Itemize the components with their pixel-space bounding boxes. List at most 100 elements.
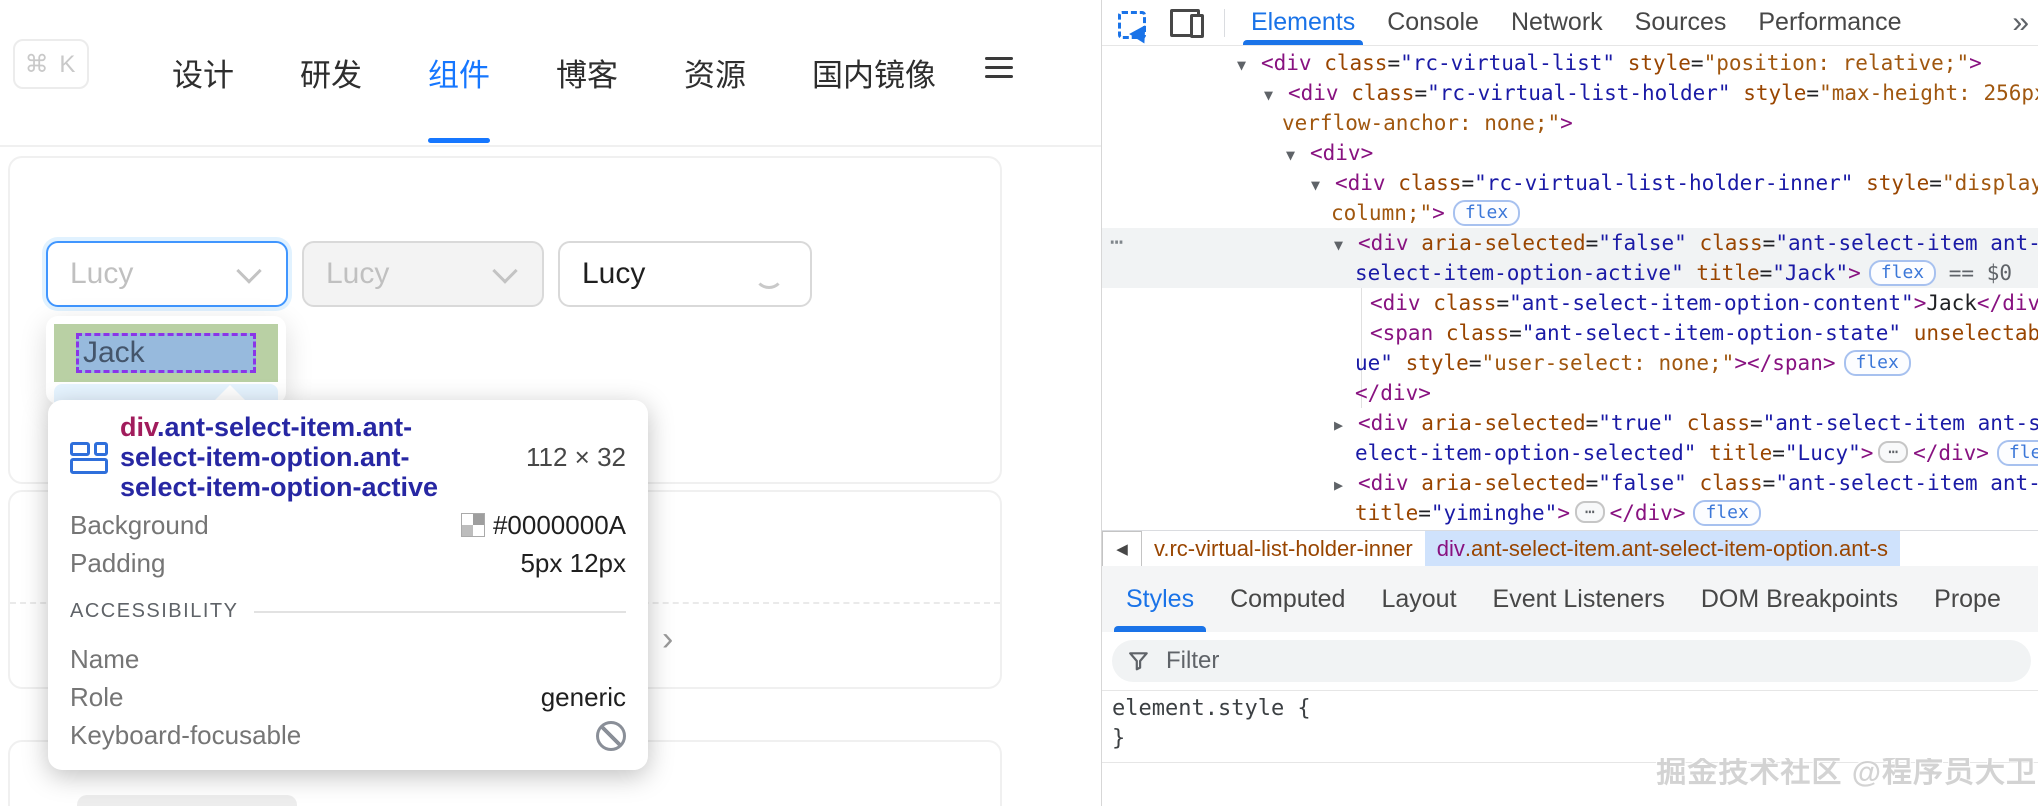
dom-tree-line[interactable]: <div class="ant-select-item-option-conte… [1102, 288, 2038, 318]
css-rule-section[interactable]: .ant-select-dropdown .ant-select-item-op… [1102, 758, 2038, 806]
accessibility-section: ACCESSIBILITY [70, 600, 626, 623]
dt-tab-console[interactable]: Console [1371, 0, 1495, 45]
code-segment [1615, 51, 1628, 75]
code-segment: style [1866, 171, 1929, 195]
dom-tree-line[interactable]: ue" style="user-select: none;"></span>fl… [1102, 348, 2038, 378]
styles-filter-input[interactable] [1164, 644, 2021, 678]
code-segment: "yiminghe" [1431, 501, 1557, 525]
code-segment: = [1691, 51, 1704, 75]
background-label: Background [70, 510, 209, 541]
menu-icon[interactable] [985, 57, 1013, 78]
select-loading[interactable]: Lucy [558, 241, 812, 307]
dom-tree-line[interactable]: ▶<div aria-selected="true" class="ant-se… [1102, 408, 2038, 438]
code-segment: <div [1261, 51, 1312, 75]
dom-tree-line[interactable]: select-item-option-active" title="Jack">… [1102, 258, 2038, 288]
code-segment: = [1414, 81, 1427, 105]
select-disabled: Lucy [302, 241, 544, 307]
code-segment: "true" [1598, 411, 1674, 435]
dropdown-option-active[interactable]: Jack [54, 324, 278, 382]
expand-chevron-icon[interactable]: › [662, 620, 673, 659]
st-tab-prope[interactable]: Prope [1916, 566, 2019, 632]
flex-badge[interactable]: flex [1693, 500, 1760, 526]
more-tabs-icon[interactable]: » [2012, 6, 2029, 40]
dom-tree-line[interactable]: elect-item-option-selected" title="Lucy"… [1102, 438, 2038, 468]
search-shortcut-button[interactable]: ⌘ K [13, 39, 89, 89]
dom-tree-line[interactable]: column;">flex [1102, 198, 2038, 228]
code-segment: "false" [1598, 231, 1687, 255]
padding-label: Padding [70, 548, 165, 579]
dom-tree-line[interactable]: ▼<div class="rc-virtual-list" style="pos… [1102, 48, 2038, 78]
select-value: Lucy [70, 257, 240, 291]
code-segment: = [1760, 261, 1773, 285]
more-actions-icon[interactable]: ⋯ [1110, 228, 1121, 258]
dt-tab-elements[interactable]: Elements [1235, 0, 1371, 45]
dom-tree-line[interactable]: <span class="ant-select-item-option-stat… [1102, 318, 2038, 348]
dom-tree-line[interactable]: ▼<div> [1102, 138, 2038, 168]
select-focused[interactable]: Lucy [46, 241, 288, 307]
dom-tree-line[interactable]: ▶<div aria-selected="false" class="ant-s… [1102, 468, 2038, 498]
padding-value: 5px 12px [520, 548, 626, 579]
nav-item-2[interactable]: 研发 [300, 0, 362, 145]
code-segment: "max-height: 256px; overflow-y: auto; o [1819, 81, 2038, 105]
nav-item-1[interactable]: 设计 [172, 0, 234, 145]
code-segment: ▼ [1286, 140, 1310, 168]
dom-tree-line[interactable]: ▼<div class="rc-virtual-list-holder-inne… [1102, 168, 2038, 198]
code-segment: = [1763, 231, 1776, 255]
flex-badge[interactable]: flex [1997, 440, 2038, 466]
expand-ellipsis[interactable]: ⋯ [1575, 501, 1605, 523]
code-segment: ▶ [1334, 410, 1358, 438]
nav-item-6[interactable]: 国内镜像 [812, 0, 936, 145]
st-tab-event-listeners[interactable]: Event Listeners [1475, 566, 1683, 632]
dom-tree-line[interactable]: ▼<div class="rc-virtual-list-holder" sty… [1102, 78, 2038, 108]
expand-ellipsis[interactable]: ⋯ [1878, 441, 1908, 463]
code-segment: "rc-virtual-list" [1400, 51, 1615, 75]
name-label: Name [70, 644, 139, 675]
crumb-classes: .ant-select-item.ant-select-item-option.… [1465, 536, 1888, 562]
code-segment [1696, 441, 1709, 465]
flex-badge[interactable]: flex [1844, 350, 1911, 376]
code-segment [1901, 321, 1914, 345]
code-segment: <div [1358, 471, 1409, 495]
dt-tab-sources[interactable]: Sources [1619, 0, 1743, 45]
dt-tab-performance[interactable]: Performance [1742, 0, 1917, 45]
nav-item-5[interactable]: 资源 [684, 0, 746, 145]
dom-tree-line[interactable]: ⋯▼<div aria-selected="false" class="ant-… [1102, 228, 2038, 258]
chevron-down-icon [236, 258, 261, 283]
dom-tree-line[interactable]: </div> [1102, 378, 2038, 408]
code-segment [1339, 81, 1352, 105]
code-segment [1674, 411, 1687, 435]
dom-tree-line[interactable]: title="yiminghe">⋯</div>flex [1102, 498, 2038, 528]
flex-badge[interactable]: flex [1869, 260, 1936, 286]
site-header: ⌘ K 设计研发组件博客资源国内镜像 [0, 0, 1101, 147]
breadcrumb-back-button[interactable]: ◀ [1102, 531, 1142, 567]
code-segment: <div> [1310, 141, 1373, 165]
st-tab-layout[interactable]: Layout [1363, 566, 1474, 632]
code-segment: = [1461, 171, 1474, 195]
device-toolbar-icon[interactable] [1170, 9, 1204, 37]
st-tab-styles[interactable]: Styles [1108, 566, 1212, 632]
dt-tab-network[interactable]: Network [1495, 0, 1619, 45]
code-segment: title [1696, 261, 1759, 285]
breadcrumb-item-selected[interactable]: div.ant-select-item.ant-select-item-opti… [1425, 531, 1900, 567]
code-segment: = [1772, 441, 1785, 465]
background-value: #0000000A [461, 510, 626, 541]
role-value: generic [541, 682, 626, 713]
st-tab-computed[interactable]: Computed [1212, 566, 1363, 632]
flex-badge[interactable]: flex [1453, 200, 1520, 226]
tooltip-arrow [214, 385, 246, 401]
st-tab-dom-breakpoints[interactable]: DOM Breakpoints [1683, 566, 1916, 632]
breadcrumb-item[interactable]: v.rc-virtual-list-holder-inner [1142, 531, 1425, 567]
code-segment: "ant-select-item ant-select-item-option" [1775, 471, 2038, 495]
element-style-rule[interactable]: element.style { } [1102, 690, 2038, 763]
code-segment: title [1355, 501, 1418, 525]
code-segment: = [1586, 411, 1599, 435]
code-segment: verflow-anchor: none;" [1282, 111, 1560, 135]
code-segment [1409, 411, 1422, 435]
nav-item-4[interactable]: 博客 [556, 0, 618, 145]
nav-item-3[interactable]: 组件 [428, 0, 490, 145]
code-segment: "display: flex; flex-direction: [1942, 171, 2038, 195]
inspect-element-icon[interactable] [1118, 8, 1148, 38]
dom-tree-line[interactable]: verflow-anchor: none;"> [1102, 108, 2038, 138]
code-segment: "position: relative;" [1704, 51, 1970, 75]
code-segment: "rc-virtual-list-holder" [1427, 81, 1730, 105]
